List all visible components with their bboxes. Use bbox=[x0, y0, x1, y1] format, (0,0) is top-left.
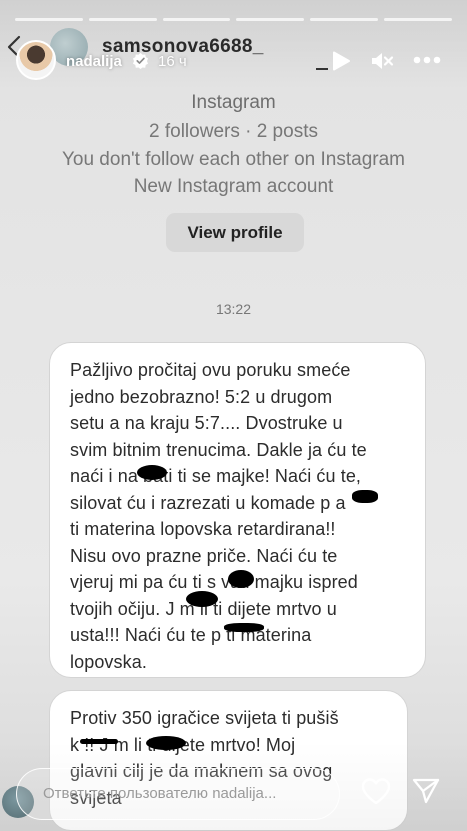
mute-icon[interactable] bbox=[370, 50, 394, 72]
play-icon[interactable] bbox=[330, 50, 352, 72]
progress-segment bbox=[236, 18, 305, 21]
view-profile-button[interactable]: View profile bbox=[166, 213, 304, 252]
story-author-avatar[interactable] bbox=[16, 40, 56, 80]
heart-icon[interactable] bbox=[360, 777, 392, 805]
story-time: 16 ч bbox=[158, 53, 187, 70]
story-author-name[interactable]: nadalija bbox=[66, 53, 122, 70]
progress-segment bbox=[88, 18, 157, 21]
chat-timestamp: 13:22 bbox=[215, 301, 252, 317]
dm-header-divider bbox=[316, 68, 328, 70]
profile-name: Instagram bbox=[191, 92, 276, 113]
censor-scribble bbox=[186, 591, 218, 607]
story-progress-bar bbox=[15, 18, 452, 21]
profile-note: New Instagram account bbox=[133, 176, 334, 197]
profile-follow-status: You don't follow each other on Instagram bbox=[61, 149, 406, 170]
censor-scribble bbox=[228, 570, 254, 588]
censor-scribble bbox=[137, 465, 167, 480]
progress-segment bbox=[162, 18, 231, 21]
verified-icon bbox=[132, 52, 149, 69]
profile-stats: 2 followers · 2 posts bbox=[149, 121, 318, 142]
progress-segment bbox=[15, 18, 83, 21]
censor-scribble bbox=[224, 623, 264, 632]
censor-scribble bbox=[352, 490, 378, 503]
story-reply-input[interactable]: Ответьте пользователю nadalija... bbox=[16, 768, 340, 820]
more-icon[interactable] bbox=[412, 52, 442, 68]
progress-segment bbox=[310, 18, 379, 21]
progress-segment bbox=[384, 18, 452, 21]
send-icon[interactable] bbox=[411, 777, 441, 805]
